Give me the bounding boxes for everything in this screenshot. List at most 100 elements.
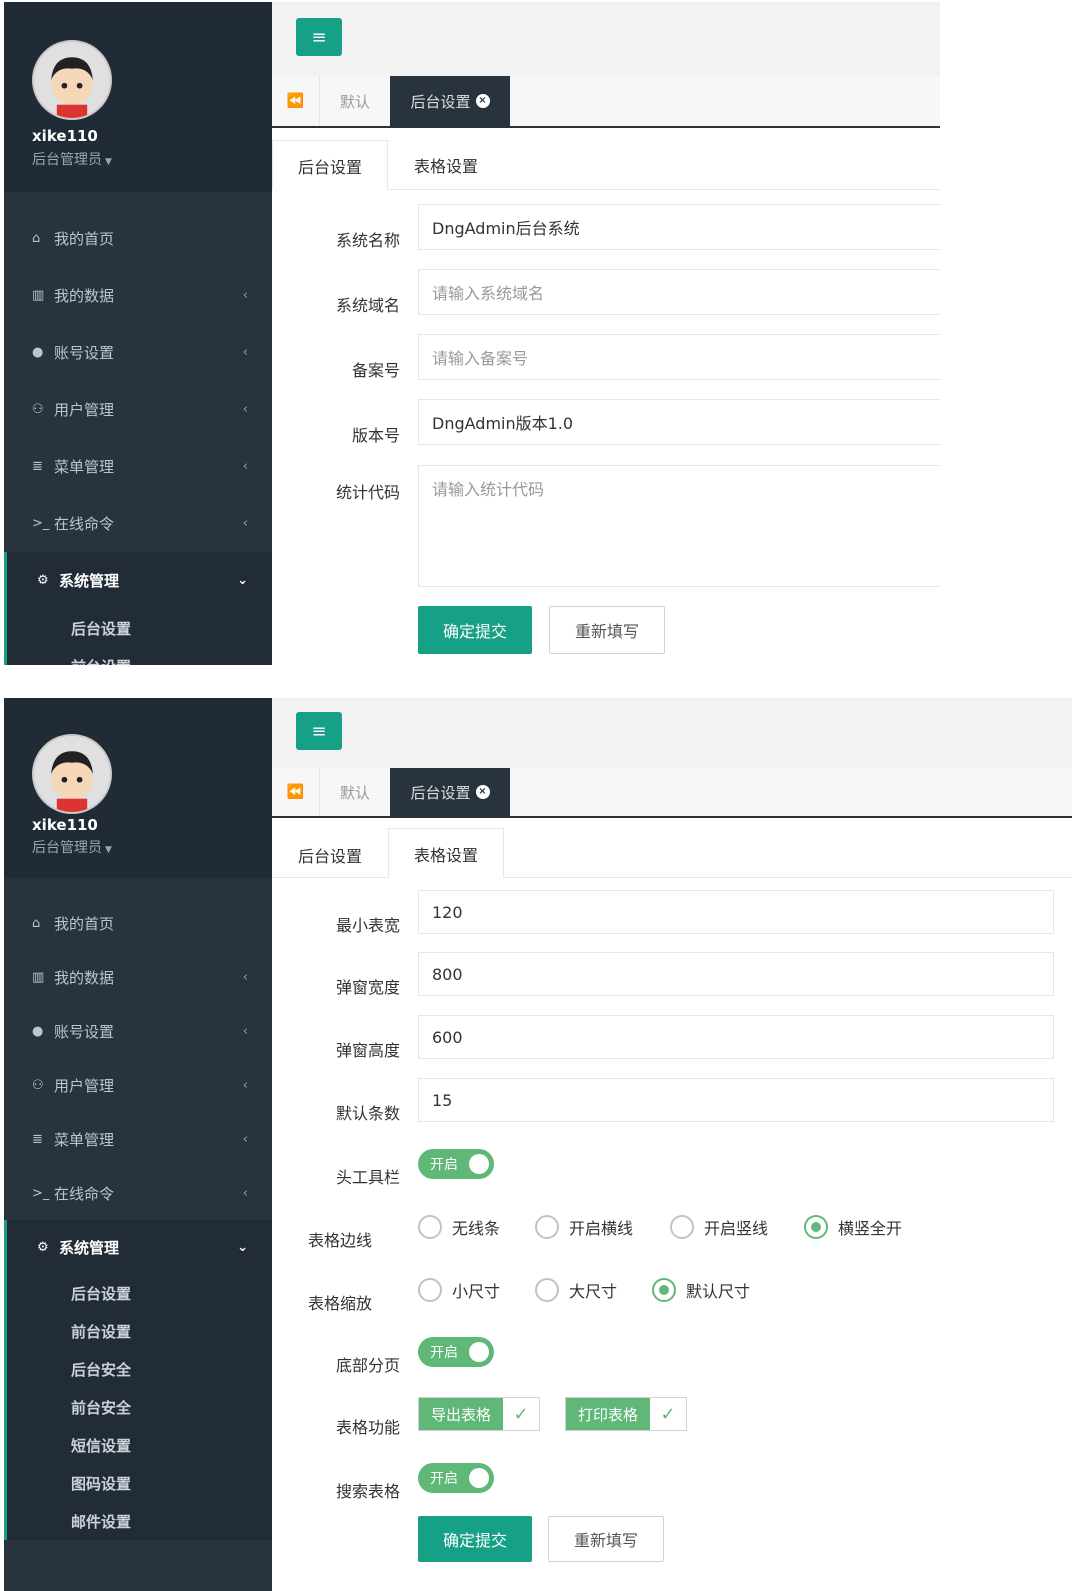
radio-label: 开启横线 bbox=[569, 1219, 634, 1238]
switch-text: 开启 bbox=[430, 1157, 458, 1173]
settings-subtabs: 后台设置 表格设置 bbox=[272, 128, 940, 191]
settings-subtabs: 后台设置 表格设置 bbox=[272, 818, 1072, 880]
stats-code-textarea[interactable]: 请输入统计代码 bbox=[418, 465, 940, 587]
radio-label: 大尺寸 bbox=[569, 1282, 618, 1301]
gear-icon: ⚙ bbox=[37, 573, 49, 588]
avatar[interactable] bbox=[32, 40, 112, 120]
submit-button[interactable]: 确定提交 bbox=[418, 1516, 532, 1562]
radio-default-size[interactable]: 默认尺寸 bbox=[652, 1278, 750, 1302]
system-domain-label: 系统域名 bbox=[335, 296, 400, 315]
popup-height-input[interactable]: 600 bbox=[418, 1015, 1054, 1059]
print-table-checkbox[interactable]: 打印表格 ✓ bbox=[565, 1397, 688, 1431]
sidebar-item-users[interactable]: ⚇ 用户管理 ‹ bbox=[4, 381, 272, 438]
chevron-left-icon: ‹ bbox=[242, 1023, 248, 1039]
system-domain-input[interactable]: 请输入系统域名 bbox=[418, 269, 940, 315]
tab-scroll-left-button[interactable]: ⏪ bbox=[272, 768, 320, 816]
tab-backend-settings[interactable]: 后台设置 × bbox=[390, 768, 510, 816]
export-table-checkbox[interactable]: 导出表格 ✓ bbox=[418, 1397, 541, 1431]
sidebar-item-account[interactable]: ● 账号设置 ‹ bbox=[4, 324, 272, 381]
radio-label: 开启竖线 bbox=[704, 1219, 769, 1238]
hamburger-icon: ≡ bbox=[311, 26, 327, 48]
version-input[interactable]: DngAdmin版本1.0 bbox=[418, 399, 940, 445]
close-icon[interactable]: × bbox=[475, 785, 490, 799]
radio-circle-checked bbox=[804, 1215, 828, 1239]
sidebar-item-label: 账号设置 bbox=[54, 344, 115, 362]
form-row-default-rows: 默认条数 15 bbox=[272, 1078, 1072, 1123]
tab-label: 后台设置 bbox=[410, 783, 471, 802]
radio-all-lines[interactable]: 横竖全开 bbox=[804, 1215, 902, 1239]
search-table-switch[interactable]: 开启 bbox=[418, 1463, 494, 1493]
radio-vertical-lines[interactable]: 开启竖线 bbox=[670, 1215, 768, 1239]
subtab-table-settings[interactable]: 表格设置 bbox=[388, 140, 504, 190]
chevron-left-icon: ‹ bbox=[242, 288, 248, 303]
submenu-item-frontend-settings[interactable]: 前台设置 bbox=[7, 647, 272, 666]
terminal-icon: >_ bbox=[32, 1185, 50, 1201]
subtab-backend-settings[interactable]: 后台设置 bbox=[272, 140, 388, 191]
tab-default[interactable]: 默认 bbox=[320, 768, 390, 816]
radio-circle bbox=[535, 1278, 559, 1302]
role-dropdown[interactable]: 后台管理员 ▼ bbox=[32, 837, 112, 857]
sidebar-item-terminal[interactable]: >_ 在线命令 ‹ bbox=[4, 1166, 272, 1220]
chevron-down-icon: ⌄ bbox=[237, 1239, 248, 1255]
sidebar-item-label: 在线命令 bbox=[54, 515, 115, 533]
avatar[interactable] bbox=[32, 734, 112, 814]
users-icon: ⚇ bbox=[32, 1077, 44, 1093]
sidebar-item-account[interactable]: ● 账号设置 ‹ bbox=[4, 1004, 272, 1058]
sidebar-item-home[interactable]: ⌂ 我的首页 bbox=[4, 896, 272, 950]
icp-input[interactable]: 请输入备案号 bbox=[418, 334, 940, 380]
tab-default[interactable]: 默认 bbox=[320, 76, 390, 126]
submenu-item-email-settings[interactable]: 邮件设置 bbox=[7, 1502, 272, 1540]
min-width-input[interactable]: 120 bbox=[418, 890, 1054, 934]
radio-horizontal-lines[interactable]: 开启横线 bbox=[535, 1215, 633, 1239]
submenu-item-sms-settings[interactable]: 短信设置 bbox=[7, 1426, 272, 1464]
sidebar-item-menus[interactable]: ≣ 菜单管理 ‹ bbox=[4, 438, 272, 495]
submenu-item-frontend-settings[interactable]: 前台设置 bbox=[7, 1312, 272, 1350]
switch-knob bbox=[469, 1154, 489, 1174]
sidebar-item-users[interactable]: ⚇ 用户管理 ‹ bbox=[4, 1058, 272, 1112]
tab-backend-settings[interactable]: 后台设置 × bbox=[390, 76, 510, 126]
sidebar-item-label: 用户管理 bbox=[54, 401, 115, 419]
list-icon: ≣ bbox=[32, 459, 43, 474]
switch-knob bbox=[469, 1342, 489, 1362]
submenu-item-backend-security[interactable]: 后台安全 bbox=[7, 1350, 272, 1388]
sidebar-item-data[interactable]: ▥ 我的数据 ‹ bbox=[4, 950, 272, 1004]
sidebar-item-data[interactable]: ▥ 我的数据 ‹ bbox=[4, 267, 272, 324]
form-row-min-width: 最小表宽 120 bbox=[272, 890, 1072, 935]
subtab-backend-settings[interactable]: 后台设置 bbox=[272, 830, 388, 880]
system-name-input[interactable]: DngAdmin后台系统 bbox=[418, 204, 940, 250]
radio-no-lines[interactable]: 无线条 bbox=[418, 1215, 500, 1239]
radio-circle-checked bbox=[652, 1278, 676, 1302]
submenu-item-frontend-security[interactable]: 前台安全 bbox=[7, 1388, 272, 1426]
submenu-item-backend-settings[interactable]: 后台设置 bbox=[7, 1274, 272, 1312]
menu-toggle-button[interactable]: ≡ bbox=[296, 18, 342, 56]
checkmark-icon: ✓ bbox=[650, 1398, 687, 1430]
sidebar-item-menus[interactable]: ≣ 菜单管理 ‹ bbox=[4, 1112, 272, 1166]
sidebar-item-system[interactable]: ⚙ 系统管理 ⌄ bbox=[4, 1220, 272, 1274]
toolbar-switch[interactable]: 开启 bbox=[418, 1149, 494, 1179]
sidebar-item-system[interactable]: ⚙ 系统管理 ⌄ bbox=[4, 552, 272, 609]
submenu-item-backend-settings[interactable]: 后台设置 bbox=[7, 609, 272, 647]
subtab-table-settings[interactable]: 表格设置 bbox=[388, 828, 504, 879]
form-row-icp: 备案号 请输入备案号 bbox=[272, 334, 940, 380]
form-row-table-features: 表格功能 导出表格 ✓ 打印表格 ✓ bbox=[272, 1397, 1072, 1437]
reset-button[interactable]: 重新填写 bbox=[548, 1516, 664, 1562]
sidebar-item-terminal[interactable]: >_ 在线命令 ‹ bbox=[4, 495, 272, 552]
submit-button[interactable]: 确定提交 bbox=[418, 606, 532, 654]
radio-small-size[interactable]: 小尺寸 bbox=[418, 1278, 500, 1302]
settings-content: 后台设置 表格设置 系统名称 DngAdmin后台系统 系统域名 请输入系统域名… bbox=[272, 128, 940, 665]
default-rows-input[interactable]: 15 bbox=[418, 1078, 1054, 1122]
chevron-left-icon: ‹ bbox=[242, 516, 248, 531]
menu-toggle-button[interactable]: ≡ bbox=[296, 712, 342, 750]
paging-switch[interactable]: 开启 bbox=[418, 1337, 494, 1367]
tab-scroll-left-button[interactable]: ⏪ bbox=[272, 76, 320, 126]
page-tab-bar: ⏪ 默认 后台设置 × bbox=[272, 76, 940, 128]
close-icon[interactable]: × bbox=[475, 94, 490, 108]
radio-large-size[interactable]: 大尺寸 bbox=[535, 1278, 617, 1302]
reset-button[interactable]: 重新填写 bbox=[549, 606, 665, 654]
radio-label: 无线条 bbox=[452, 1219, 501, 1238]
role-dropdown[interactable]: 后台管理员 ▼ bbox=[32, 149, 112, 169]
popup-width-input[interactable]: 800 bbox=[418, 952, 1054, 996]
sidebar-item-home[interactable]: ⌂ 我的首页 bbox=[4, 210, 272, 267]
top-header: ≡ bbox=[272, 698, 1072, 768]
submenu-item-captcha-settings[interactable]: 图码设置 bbox=[7, 1464, 272, 1502]
